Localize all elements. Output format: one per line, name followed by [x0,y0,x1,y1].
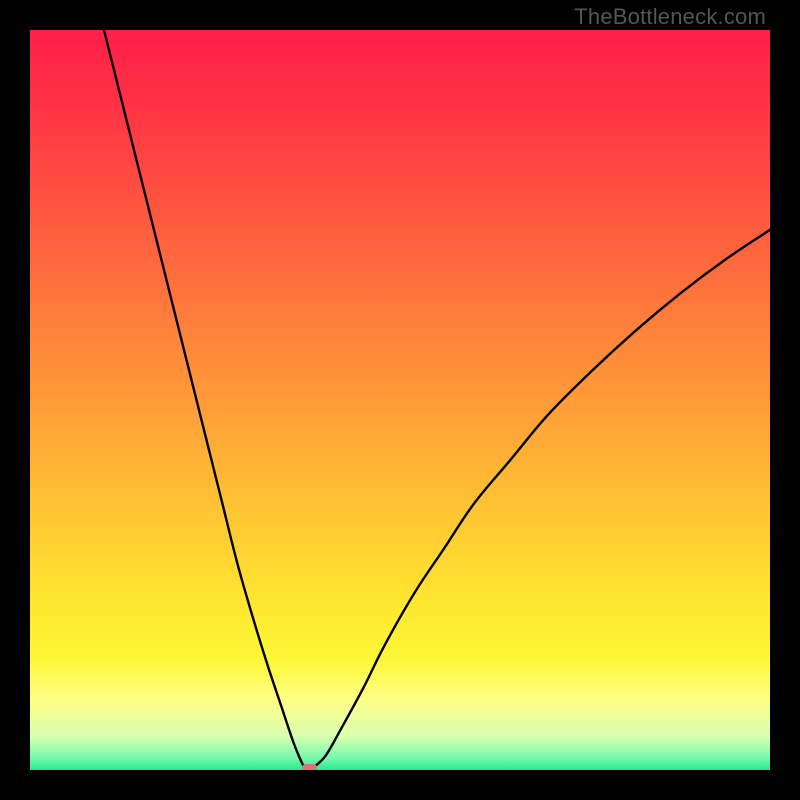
watermark-text: TheBottleneck.com [574,4,766,30]
curve-left [104,30,304,766]
vertex-marker [302,764,317,770]
chart-frame: TheBottleneck.com [0,0,800,800]
curves-layer [30,30,770,770]
curve-right [315,230,770,767]
plot-area [30,30,770,770]
